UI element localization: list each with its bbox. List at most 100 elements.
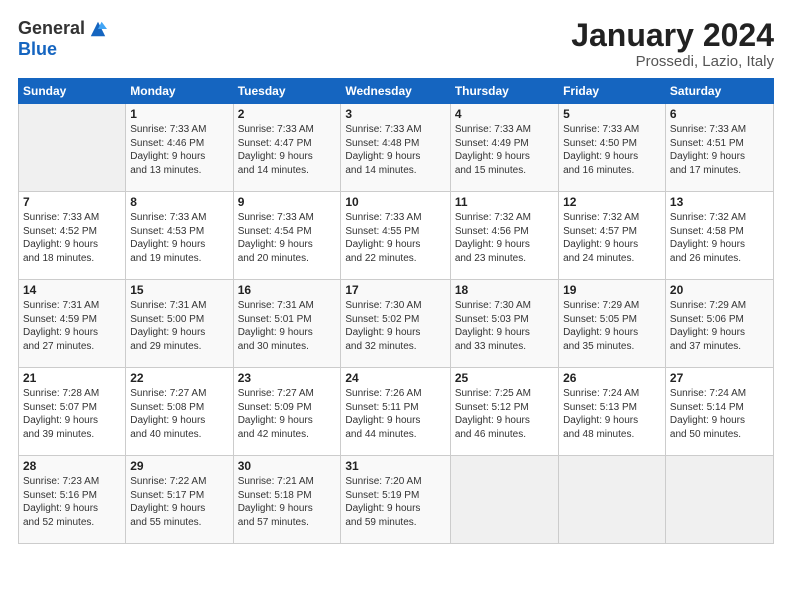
day-number: 30 [238, 459, 337, 473]
day-info: Sunrise: 7:22 AM Sunset: 5:17 PM Dayligh… [130, 475, 228, 529]
day-info: Sunrise: 7:33 AM Sunset: 4:46 PM Dayligh… [130, 123, 228, 177]
logo-general-text: General [18, 18, 85, 39]
calendar-cell [19, 104, 126, 192]
day-info: Sunrise: 7:21 AM Sunset: 5:18 PM Dayligh… [238, 475, 337, 529]
day-number: 17 [345, 283, 445, 297]
day-number: 10 [345, 195, 445, 209]
day-info: Sunrise: 7:31 AM Sunset: 5:00 PM Dayligh… [130, 299, 228, 353]
calendar-cell: 16 Sunrise: 7:31 AM Sunset: 5:01 PM Dayli… [233, 280, 341, 368]
day-number: 4 [455, 107, 554, 121]
day-number: 21 [23, 371, 121, 385]
calendar-cell: 20Sunrise: 7:29 AM Sunset: 5:06 PM Dayli… [665, 280, 773, 368]
day-info: Sunrise: 7:33 AM Sunset: 4:48 PM Dayligh… [345, 123, 445, 177]
calendar-cell: 1Sunrise: 7:33 AM Sunset: 4:46 PM Daylig… [126, 104, 233, 192]
day-number: 16 [238, 283, 337, 297]
day-info: Sunrise: 7:28 AM Sunset: 5:07 PM Dayligh… [23, 387, 121, 441]
logo-blue-text: Blue [18, 39, 57, 60]
calendar-cell: 31 Sunrise: 7:20 AM Sunset: 5:19 PM Dayli… [341, 456, 450, 544]
calendar-header-row: SundayMondayTuesdayWednesdayThursdayFrid… [19, 79, 774, 104]
calendar-cell: 14 Sunrise: 7:31 AM Sunset: 4:59 PM Dayli… [19, 280, 126, 368]
day-info: Sunrise: 7:25 AM Sunset: 5:12 PM Dayligh… [455, 387, 554, 441]
calendar-cell: 10 Sunrise: 7:33 AM Sunset: 4:55 PM Dayli… [341, 192, 450, 280]
calendar-cell: 4Sunrise: 7:33 AM Sunset: 4:49 PM Daylig… [450, 104, 558, 192]
calendar-cell: 13 Sunrise: 7:32 AM Sunset: 4:58 PM Dayli… [665, 192, 773, 280]
day-number: 11 [455, 195, 554, 209]
day-info: Sunrise: 7:30 AM Sunset: 5:03 PM Dayligh… [455, 299, 554, 353]
calendar-cell: 24 Sunrise: 7:26 AM Sunset: 5:11 PM Dayli… [341, 368, 450, 456]
day-number: 6 [670, 107, 769, 121]
calendar-cell: 12Sunrise: 7:32 AM Sunset: 4:57 PM Dayli… [559, 192, 666, 280]
day-info: Sunrise: 7:31 AM Sunset: 4:59 PM Dayligh… [23, 299, 121, 353]
calendar-week-row: 1Sunrise: 7:33 AM Sunset: 4:46 PM Daylig… [19, 104, 774, 192]
calendar-cell [450, 456, 558, 544]
calendar-cell: 22Sunrise: 7:27 AM Sunset: 5:08 PM Dayli… [126, 368, 233, 456]
calendar-cell: 2Sunrise: 7:33 AM Sunset: 4:47 PM Daylig… [233, 104, 341, 192]
page-subtitle: Prossedi, Lazio, Italy [571, 53, 774, 70]
day-info: Sunrise: 7:33 AM Sunset: 4:53 PM Dayligh… [130, 211, 228, 265]
day-info: Sunrise: 7:33 AM Sunset: 4:50 PM Dayligh… [563, 123, 661, 177]
day-info: Sunrise: 7:24 AM Sunset: 5:13 PM Dayligh… [563, 387, 661, 441]
col-header-sunday: Sunday [19, 79, 126, 104]
calendar-cell: 11 Sunrise: 7:32 AM Sunset: 4:56 PM Dayli… [450, 192, 558, 280]
page: General Blue January 2024 Prossedi, Lazi… [0, 0, 792, 612]
day-number: 24 [345, 371, 445, 385]
day-info: Sunrise: 7:30 AM Sunset: 5:02 PM Dayligh… [345, 299, 445, 353]
col-header-monday: Monday [126, 79, 233, 104]
calendar-cell [559, 456, 666, 544]
day-number: 26 [563, 371, 661, 385]
day-number: 8 [130, 195, 228, 209]
calendar-cell [665, 456, 773, 544]
calendar-cell: 17 Sunrise: 7:30 AM Sunset: 5:02 PM Dayli… [341, 280, 450, 368]
day-info: Sunrise: 7:26 AM Sunset: 5:11 PM Dayligh… [345, 387, 445, 441]
calendar-cell: 15 Sunrise: 7:31 AM Sunset: 5:00 PM Dayli… [126, 280, 233, 368]
day-number: 14 [23, 283, 121, 297]
calendar-cell: 29 Sunrise: 7:22 AM Sunset: 5:17 PM Dayli… [126, 456, 233, 544]
col-header-tuesday: Tuesday [233, 79, 341, 104]
day-number: 27 [670, 371, 769, 385]
col-header-thursday: Thursday [450, 79, 558, 104]
day-number: 18 [455, 283, 554, 297]
header: General Blue January 2024 Prossedi, Lazi… [18, 18, 774, 70]
col-header-friday: Friday [559, 79, 666, 104]
calendar-cell: 28 Sunrise: 7:23 AM Sunset: 5:16 PM Dayli… [19, 456, 126, 544]
calendar-week-row: 7Sunrise: 7:33 AM Sunset: 4:52 PM Daylig… [19, 192, 774, 280]
col-header-saturday: Saturday [665, 79, 773, 104]
calendar-week-row: 21 Sunrise: 7:28 AM Sunset: 5:07 PM Dayli… [19, 368, 774, 456]
day-number: 31 [345, 459, 445, 473]
day-info: Sunrise: 7:31 AM Sunset: 5:01 PM Dayligh… [238, 299, 337, 353]
calendar-cell: 3Sunrise: 7:33 AM Sunset: 4:48 PM Daylig… [341, 104, 450, 192]
day-info: Sunrise: 7:20 AM Sunset: 5:19 PM Dayligh… [345, 475, 445, 529]
calendar-cell: 18 Sunrise: 7:30 AM Sunset: 5:03 PM Dayli… [450, 280, 558, 368]
calendar-cell: 26 Sunrise: 7:24 AM Sunset: 5:13 PM Dayli… [559, 368, 666, 456]
day-number: 19 [563, 283, 661, 297]
day-info: Sunrise: 7:33 AM Sunset: 4:51 PM Dayligh… [670, 123, 769, 177]
col-header-wednesday: Wednesday [341, 79, 450, 104]
day-info: Sunrise: 7:23 AM Sunset: 5:16 PM Dayligh… [23, 475, 121, 529]
logo-icon [89, 20, 107, 38]
calendar-cell: 6 Sunrise: 7:33 AM Sunset: 4:51 PM Daylig… [665, 104, 773, 192]
calendar-cell: 19Sunrise: 7:29 AM Sunset: 5:05 PM Dayli… [559, 280, 666, 368]
calendar-cell: 8 Sunrise: 7:33 AM Sunset: 4:53 PM Daylig… [126, 192, 233, 280]
page-title: January 2024 [571, 18, 774, 53]
day-info: Sunrise: 7:33 AM Sunset: 4:52 PM Dayligh… [23, 211, 121, 265]
day-info: Sunrise: 7:32 AM Sunset: 4:56 PM Dayligh… [455, 211, 554, 265]
day-number: 13 [670, 195, 769, 209]
day-info: Sunrise: 7:33 AM Sunset: 4:55 PM Dayligh… [345, 211, 445, 265]
day-info: Sunrise: 7:32 AM Sunset: 4:57 PM Dayligh… [563, 211, 661, 265]
day-info: Sunrise: 7:33 AM Sunset: 4:54 PM Dayligh… [238, 211, 337, 265]
day-number: 15 [130, 283, 228, 297]
day-number: 29 [130, 459, 228, 473]
title-area: January 2024 Prossedi, Lazio, Italy [571, 18, 774, 70]
calendar-week-row: 28 Sunrise: 7:23 AM Sunset: 5:16 PM Dayli… [19, 456, 774, 544]
calendar-cell: 5 Sunrise: 7:33 AM Sunset: 4:50 PM Daylig… [559, 104, 666, 192]
day-number: 28 [23, 459, 121, 473]
day-info: Sunrise: 7:27 AM Sunset: 5:08 PM Dayligh… [130, 387, 228, 441]
day-info: Sunrise: 7:32 AM Sunset: 4:58 PM Dayligh… [670, 211, 769, 265]
day-number: 5 [563, 107, 661, 121]
calendar-cell: 30 Sunrise: 7:21 AM Sunset: 5:18 PM Dayli… [233, 456, 341, 544]
calendar-cell: 7Sunrise: 7:33 AM Sunset: 4:52 PM Daylig… [19, 192, 126, 280]
day-number: 25 [455, 371, 554, 385]
day-number: 20 [670, 283, 769, 297]
day-info: Sunrise: 7:27 AM Sunset: 5:09 PM Dayligh… [238, 387, 337, 441]
calendar-cell: 25 Sunrise: 7:25 AM Sunset: 5:12 PM Dayli… [450, 368, 558, 456]
